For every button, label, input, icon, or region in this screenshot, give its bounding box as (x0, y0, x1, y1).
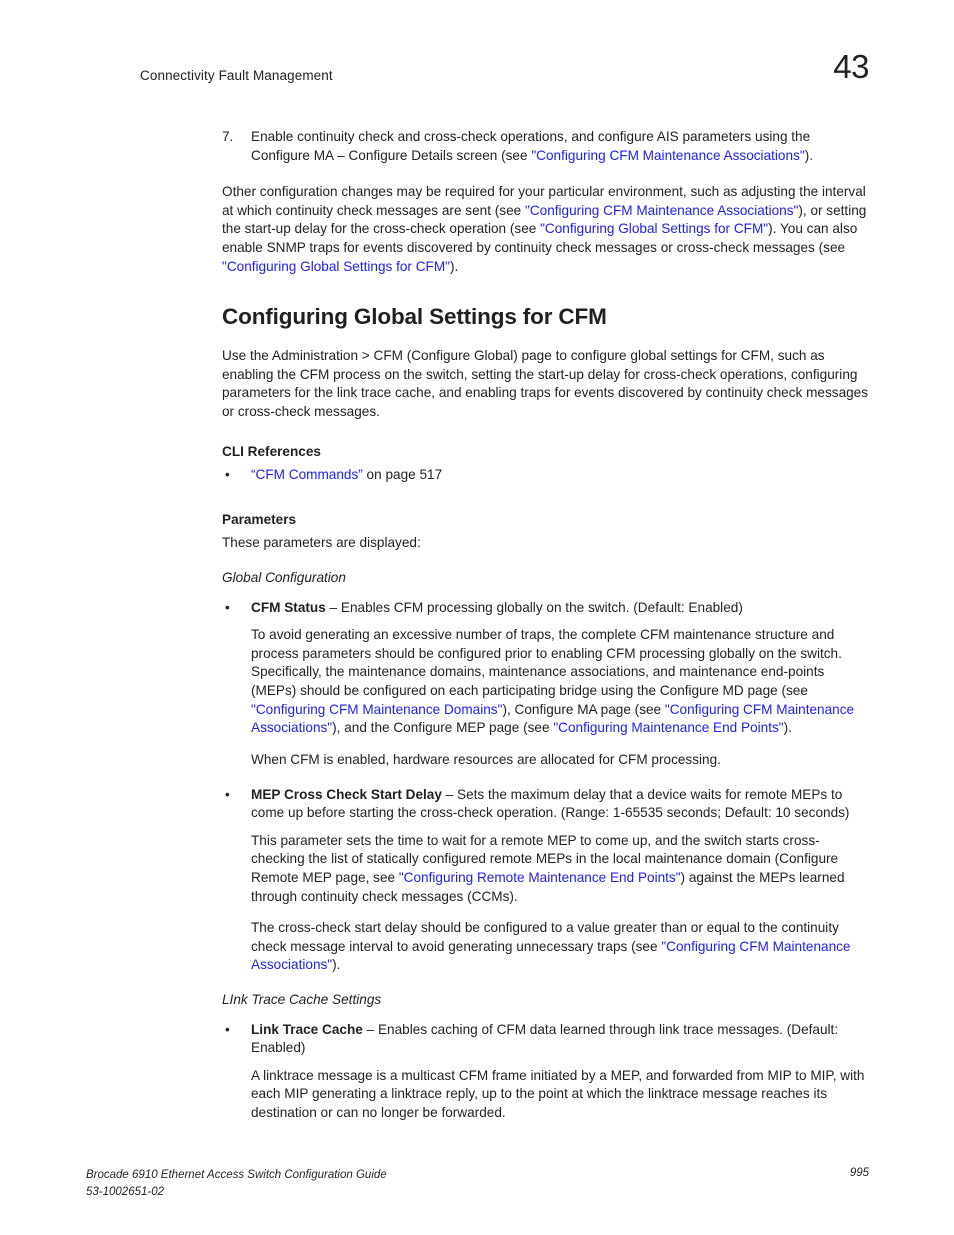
link-configuring-global-settings-for-cfm-2[interactable]: "Configuring Global Settings for CFM" (222, 259, 450, 274)
page-footer: Brocade 6910 Ethernet Access Switch Conf… (86, 1167, 869, 1207)
running-header: Connectivity Fault Management 43 (140, 50, 869, 98)
intro-paragraph: Other configuration changes may be requi… (222, 183, 872, 276)
numbered-step-7: 7. Enable continuity check and cross-che… (222, 128, 872, 165)
cli-reference-item: • “CFM Commands” on page 517 (222, 466, 872, 485)
bullet-icon: • (225, 599, 230, 615)
param-link-trace-cache: • Link Trace Cache – Enables caching of … (222, 1021, 872, 1058)
footer-guide-title: Brocade 6910 Ethernet Access Switch Conf… (86, 1167, 387, 1202)
mep-delay-2: ). (332, 957, 341, 973)
bullet-icon: • (225, 786, 230, 802)
chapter-title: Connectivity Fault Management (140, 68, 333, 83)
param-cfm-status-text: CFM Status – Enables CFM processing glob… (251, 599, 872, 618)
footer-guide-line-1: Brocade 6910 Ethernet Access Switch Conf… (86, 1169, 387, 1181)
link-configuring-remote-maintenance-end-points[interactable]: "Configuring Remote Maintenance End Poin… (399, 870, 681, 885)
param-label: MEP Cross Check Start Delay (251, 786, 442, 802)
param-mep-cross-check-text: MEP Cross Check Start Delay – Sets the m… (251, 786, 872, 823)
global-configuration-subheading: Global Configuration (222, 570, 346, 586)
footer-guide-line-2: 53-1002651-02 (86, 1186, 165, 1199)
parameters-intro: These parameters are displayed: (222, 535, 421, 551)
param-label: CFM Status (251, 599, 326, 615)
link-configuring-maintenance-end-points[interactable]: "Configuring Maintenance End Points" (553, 720, 783, 735)
step-text: Enable continuity check and cross-check … (251, 128, 872, 165)
section-title: Configuring Global Settings for CFM (222, 304, 607, 330)
param-link-trace-cache-text: Link Trace Cache – Enables caching of CF… (251, 1021, 872, 1058)
cfm-status-detail-1: To avoid generating an excessive number … (251, 627, 842, 699)
cfm-status-detail-4: ). (783, 720, 792, 736)
intro-text-4: ). (450, 258, 459, 274)
cli-reference-text: “CFM Commands” on page 517 (251, 466, 872, 485)
cfm-status-detail-2: ), Configure MA page (see (502, 701, 665, 717)
cfm-status-detail-3: ), and the Configure MEP page (see (332, 720, 554, 736)
param-mep-cross-check-start-delay: • MEP Cross Check Start Delay – Sets the… (222, 786, 872, 823)
param-cfm-status: • CFM Status – Enables CFM processing gl… (222, 599, 872, 618)
document-page: Connectivity Fault Management 43 7. Enab… (0, 0, 954, 1235)
bullet-icon: • (225, 467, 230, 483)
link-configuring-global-settings-for-cfm-1[interactable]: "Configuring Global Settings for CFM" (540, 221, 768, 236)
param-description: – Enables CFM processing globally on the… (325, 599, 743, 615)
mep-cross-check-delay-paragraph: The cross-check start delay should be co… (222, 919, 872, 975)
cfm-status-detail-paragraph: To avoid generating an excessive number … (222, 626, 872, 738)
footer-page-number: 995 (849, 1167, 869, 1179)
param-label: Link Trace Cache (251, 1021, 363, 1037)
link-trace-cache-detail-paragraph: A linktrace message is a multicast CFM f… (251, 1067, 865, 1121)
link-configuring-cfm-maintenance-associations-2[interactable]: "Configuring CFM Maintenance Association… (525, 203, 798, 218)
step-marker: 7. (222, 129, 234, 144)
mep-cross-check-detail-paragraph: This parameter sets the time to wait for… (222, 832, 872, 906)
bullet-icon: • (225, 1021, 230, 1037)
cfm-status-hardware-paragraph: When CFM is enabled, hardware resources … (251, 751, 721, 767)
chapter-number: 43 (833, 48, 869, 85)
cli-references-heading: CLI References (222, 443, 321, 459)
step-text-part-2: ). (804, 147, 813, 163)
link-trace-cache-settings-subheading: LInk Trace Cache Settings (222, 991, 382, 1007)
link-configuring-cfm-maintenance-domains[interactable]: "Configuring CFM Maintenance Domains" (251, 702, 502, 717)
section-intro-paragraph: Use the Administration > CFM (Configure … (222, 348, 869, 419)
parameters-heading: Parameters (222, 511, 297, 527)
link-configuring-cfm-maintenance-associations[interactable]: "Configuring CFM Maintenance Association… (531, 148, 804, 163)
cli-reference-page: on page 517 (362, 467, 443, 483)
link-cfm-commands[interactable]: “CFM Commands” (251, 467, 363, 482)
page-content: 7. Enable continuity check and cross-che… (222, 128, 872, 1136)
